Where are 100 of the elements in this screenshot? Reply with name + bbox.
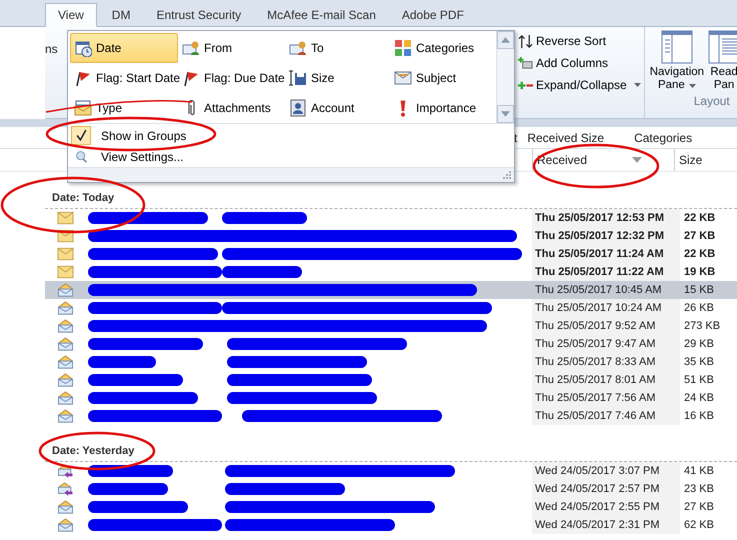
message-row[interactable]: Thu 25/05/2017 12:53 PM 22 KB bbox=[45, 209, 737, 227]
message-row[interactable]: Thu 25/05/2017 7:56 AM 24 KB bbox=[45, 389, 737, 407]
layout-button[interactable]: Read Pan bbox=[706, 27, 737, 92]
size-cell: 29 KB bbox=[684, 338, 714, 350]
size-cell: 22 KB bbox=[684, 248, 716, 260]
group-heading[interactable]: Date: Yesterday bbox=[52, 445, 134, 457]
person-icon bbox=[289, 99, 307, 117]
envelope-icon bbox=[74, 99, 92, 117]
disk-icon bbox=[289, 69, 307, 87]
message-row[interactable]: Thu 25/05/2017 8:01 AM 51 KB bbox=[45, 371, 737, 389]
arrange-option[interactable]: From bbox=[178, 33, 285, 63]
received-cell: Thu 25/05/2017 10:45 AM bbox=[535, 284, 662, 296]
column-header[interactable]: Size bbox=[674, 149, 737, 171]
redaction-mark bbox=[88, 356, 156, 368]
size-cell: 22 KB bbox=[684, 212, 716, 224]
message-row[interactable]: Wed 24/05/2017 2:55 PM 27 KB bbox=[45, 498, 737, 516]
size-cell: 273 KB bbox=[684, 320, 720, 332]
received-cell: Wed 24/05/2017 2:57 PM bbox=[535, 483, 660, 495]
scroll-down-icon bbox=[501, 111, 510, 117]
message-row[interactable]: Thu 25/05/2017 9:47 AM 29 KB bbox=[45, 335, 737, 353]
envelope-icon bbox=[394, 69, 412, 87]
ribbon-label: ns bbox=[45, 42, 58, 56]
menu-item[interactable]: View Settings... bbox=[68, 146, 514, 167]
received-cell: Thu 25/05/2017 9:47 AM bbox=[535, 338, 656, 350]
arrange-option[interactable]: Size bbox=[285, 63, 390, 93]
person-envelope-icon bbox=[289, 39, 307, 57]
scroll-bar[interactable] bbox=[496, 31, 514, 123]
message-row[interactable]: Thu 25/05/2017 9:52 AM 273 KB bbox=[45, 317, 737, 335]
arrange-option[interactable]: Flag: Due Date bbox=[178, 63, 285, 93]
received-cell: Thu 25/05/2017 10:24 AM bbox=[535, 302, 662, 314]
received-cell: Thu 25/05/2017 8:01 AM bbox=[535, 374, 656, 386]
group-heading[interactable]: Date: Today bbox=[52, 192, 114, 204]
exclamation-icon bbox=[400, 100, 406, 116]
received-cell: Thu 25/05/2017 12:32 PM bbox=[535, 230, 664, 242]
message-row[interactable]: Wed 24/05/2017 3:07 PM 41 KB bbox=[45, 462, 737, 480]
flag-icon bbox=[182, 69, 200, 87]
pane-layout-icon bbox=[708, 30, 737, 64]
ribbon-tab[interactable]: Adobe PDF bbox=[390, 3, 475, 27]
message-row[interactable]: Thu 25/05/2017 11:24 AM 22 KB bbox=[45, 245, 737, 263]
arrange-option[interactable]: To bbox=[285, 33, 390, 63]
arrange-option[interactable]: Importance bbox=[390, 93, 496, 123]
menu-item[interactable]: Show in Groups bbox=[68, 125, 514, 146]
message-row[interactable]: Thu 25/05/2017 12:32 PM 27 KB bbox=[45, 227, 737, 245]
color-squares-icon bbox=[394, 39, 412, 57]
layout-button[interactable]: Navigation Pane bbox=[648, 27, 706, 92]
received-cell: Wed 24/05/2017 2:55 PM bbox=[535, 501, 660, 513]
received-cell: Thu 25/05/2017 11:24 AM bbox=[535, 248, 664, 260]
size-cell: 24 KB bbox=[684, 392, 714, 404]
size-cell: 26 KB bbox=[684, 302, 714, 314]
received-cell: Thu 25/05/2017 7:56 AM bbox=[535, 392, 656, 404]
size-cell: 41 KB bbox=[684, 465, 714, 477]
received-cell: Thu 25/05/2017 8:33 AM bbox=[535, 356, 656, 368]
ribbon-button[interactable]: Add Columns bbox=[515, 53, 644, 73]
message-row[interactable]: Thu 25/05/2017 11:22 AM 19 KB bbox=[45, 263, 737, 281]
arrange-option[interactable]: Account bbox=[285, 93, 390, 123]
size-cell: 16 KB bbox=[684, 410, 714, 422]
magnifier-icon bbox=[74, 150, 88, 163]
arrange-option[interactable]: Flag: Start Date bbox=[70, 63, 178, 93]
arrange-option[interactable]: Categories bbox=[390, 33, 496, 63]
ribbon-tab[interactable]: View bbox=[45, 3, 97, 27]
size-cell: 35 KB bbox=[684, 356, 714, 368]
size-cell: 27 KB bbox=[684, 501, 714, 513]
sort-arrows-icon bbox=[518, 34, 533, 48]
resize-grip-icon bbox=[503, 171, 511, 179]
received-cell: Thu 25/05/2017 7:46 AM bbox=[535, 410, 656, 422]
scroll-up-icon bbox=[501, 37, 510, 43]
received-cell: Wed 24/05/2017 2:31 PM bbox=[535, 519, 660, 531]
received-cell: Thu 25/05/2017 11:22 AM bbox=[535, 266, 664, 278]
calendar-icon bbox=[74, 39, 92, 57]
message-row[interactable]: Thu 25/05/2017 8:33 AM 35 KB bbox=[45, 353, 737, 371]
message-row[interactable]: Thu 25/05/2017 7:46 AM 16 KB bbox=[45, 407, 737, 425]
size-cell: 19 KB bbox=[684, 266, 716, 278]
message-row[interactable]: Wed 24/05/2017 2:31 PM 62 KB bbox=[45, 516, 737, 534]
group-label: Layout bbox=[692, 94, 731, 108]
size-cell: 62 KB bbox=[684, 519, 714, 531]
pane-layout-icon bbox=[660, 30, 693, 64]
arrange-option[interactable]: Attachments bbox=[178, 93, 285, 123]
checkmark-icon bbox=[74, 129, 88, 142]
size-cell: 27 KB bbox=[684, 230, 716, 242]
ribbon-tab[interactable]: Entrust Security bbox=[145, 3, 252, 27]
received-cell: Wed 24/05/2017 3:07 PM bbox=[535, 465, 660, 477]
person-envelope-icon bbox=[182, 39, 200, 57]
received-cell: Thu 25/05/2017 9:52 AM bbox=[535, 320, 656, 332]
size-cell: 23 KB bbox=[684, 483, 714, 495]
received-cell: Thu 25/05/2017 12:53 PM bbox=[535, 212, 664, 224]
arrange-option[interactable]: Date bbox=[70, 33, 178, 63]
ribbon-tab[interactable]: McAfee E-mail Scan bbox=[256, 3, 387, 27]
field-chooser-item[interactable]: Categories bbox=[634, 130, 692, 144]
arrange-option[interactable]: Subject bbox=[390, 63, 496, 93]
message-row[interactable]: Thu 25/05/2017 10:45 AM 15 KB bbox=[45, 281, 737, 299]
size-cell: 15 KB bbox=[684, 284, 714, 296]
column-header[interactable]: Received bbox=[532, 149, 674, 171]
add-column-icon bbox=[518, 56, 533, 70]
ribbon-button[interactable]: Expand/Collapse bbox=[515, 75, 644, 95]
ribbon-button[interactable]: Reverse Sort bbox=[515, 31, 644, 51]
message-row[interactable]: Thu 25/05/2017 10:24 AM 26 KB bbox=[45, 299, 737, 317]
ribbon-tab[interactable]: DM bbox=[100, 3, 142, 27]
size-cell: 51 KB bbox=[684, 374, 714, 386]
message-row[interactable]: Wed 24/05/2017 2:57 PM 23 KB bbox=[45, 480, 737, 498]
field-chooser-item[interactable]: Received Size bbox=[527, 130, 604, 144]
